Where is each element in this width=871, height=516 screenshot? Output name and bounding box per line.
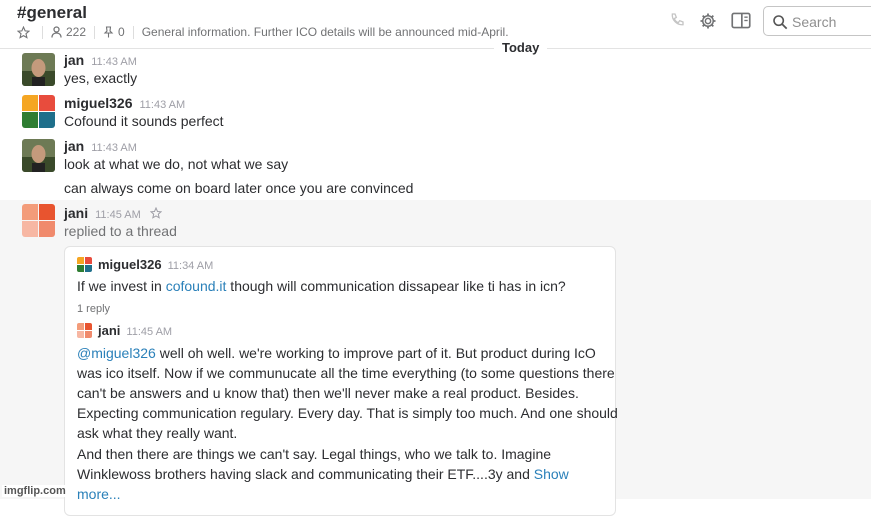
member-icon[interactable] xyxy=(51,26,62,38)
avatar[interactable] xyxy=(77,257,92,272)
avatar[interactable] xyxy=(77,323,92,338)
details-panel-icon[interactable] xyxy=(731,12,751,34)
timestamp[interactable]: 11:43 AM xyxy=(91,56,137,68)
text-segment: If we invest in xyxy=(77,278,166,294)
phone-icon[interactable] xyxy=(669,12,685,33)
thread-attachment[interactable]: miguel326 11:34 AM If we invest in cofoun… xyxy=(64,246,618,516)
text-segment: Winklewoss brothers having slack and com… xyxy=(77,466,534,482)
author-name[interactable]: jani xyxy=(98,323,120,338)
reply-line: can't be answers and u know that) then w… xyxy=(77,385,579,401)
mention-link[interactable]: @miguel326 xyxy=(77,345,156,361)
author-name[interactable]: miguel326 xyxy=(98,257,162,272)
reply-count[interactable]: 1 reply xyxy=(77,303,110,315)
author-name[interactable]: miguel326 xyxy=(64,95,132,111)
thread-reply-author[interactable]: jani 11:45 AM xyxy=(98,323,172,338)
replied-to-thread-text[interactable]: replied to a thread xyxy=(64,223,177,239)
reply-line: Winklewoss brothers having slack and com… xyxy=(77,466,569,482)
avatar[interactable] xyxy=(22,139,55,172)
message: jan 11:43 AM yes, exactly xyxy=(0,50,871,92)
watermark: imgflip.com xyxy=(2,485,68,497)
gear-icon[interactable] xyxy=(699,12,717,35)
reply-line: Expecting communication regulary. Every … xyxy=(77,405,618,421)
timestamp[interactable]: 11:43 AM xyxy=(91,142,137,154)
reply-line: @miguel326 well oh well. we're working t… xyxy=(77,345,596,361)
avatar[interactable] xyxy=(22,95,55,128)
star-icon[interactable] xyxy=(149,206,162,219)
message-text: yes, exactly xyxy=(64,70,138,86)
timestamp[interactable]: 11:45 AM xyxy=(95,209,141,221)
author-name[interactable]: jan xyxy=(64,52,84,68)
thread-parent-text: If we invest in cofound.it though will c… xyxy=(77,278,566,294)
avatar[interactable] xyxy=(22,204,55,237)
author-name[interactable]: jani xyxy=(64,205,88,221)
message-text-continued: can always come on board later once you … xyxy=(64,180,414,196)
reply-line: ask what they really want. xyxy=(77,425,238,441)
reply-line: more... xyxy=(77,486,121,502)
channel-topic[interactable]: General information. Further ICO details… xyxy=(142,25,509,39)
reply-line: And then there are things we can't say. … xyxy=(77,446,552,462)
text-segment: though will communication dissapear like… xyxy=(226,278,566,294)
pin-count[interactable]: 0 xyxy=(118,25,125,39)
avatar[interactable] xyxy=(22,53,55,86)
text-segment: well oh well. we're working to improve p… xyxy=(155,345,596,361)
link[interactable]: cofound.it xyxy=(166,278,227,294)
message: jan 11:43 AM look at what we do, not what… xyxy=(0,136,871,198)
search-box[interactable]: Search xyxy=(763,6,871,36)
channel-header: #general 222 0 General information. Furt… xyxy=(0,0,871,48)
search-placeholder: Search xyxy=(792,14,837,30)
message-author[interactable]: miguel326 11:43 AM xyxy=(64,95,185,111)
timestamp[interactable]: 11:45 AM xyxy=(126,326,172,338)
divider-line xyxy=(0,48,871,49)
message-text: Cofound it sounds perfect xyxy=(64,113,224,129)
message-author[interactable]: jani 11:45 AM xyxy=(64,205,162,221)
channel-meta: 222 0 General information. Further ICO d… xyxy=(17,25,509,39)
message-author[interactable]: jan 11:43 AM xyxy=(64,52,137,68)
message-author[interactable]: jan 11:43 AM xyxy=(64,138,137,154)
timestamp[interactable]: 11:43 AM xyxy=(139,99,185,111)
channel-title[interactable]: #general xyxy=(17,3,87,23)
timestamp[interactable]: 11:34 AM xyxy=(168,260,214,272)
show-more-link[interactable]: more... xyxy=(77,486,121,502)
divider xyxy=(94,25,96,39)
star-icon[interactable] xyxy=(17,25,30,39)
divider xyxy=(42,25,43,39)
member-count[interactable]: 222 xyxy=(66,25,86,39)
reply-line: was ico itself. Now if we communucate al… xyxy=(77,365,615,381)
pin-icon[interactable] xyxy=(103,26,114,38)
thread-parent-author[interactable]: miguel326 11:34 AM xyxy=(98,257,213,272)
message-text: look at what we do, not what we say xyxy=(64,156,289,172)
message: miguel326 11:43 AM Cofound it sounds perf… xyxy=(0,93,871,135)
author-name[interactable]: jan xyxy=(64,138,84,154)
show-more-link[interactable]: Show xyxy=(534,466,569,482)
divider xyxy=(132,25,134,39)
search-icon xyxy=(773,15,788,30)
